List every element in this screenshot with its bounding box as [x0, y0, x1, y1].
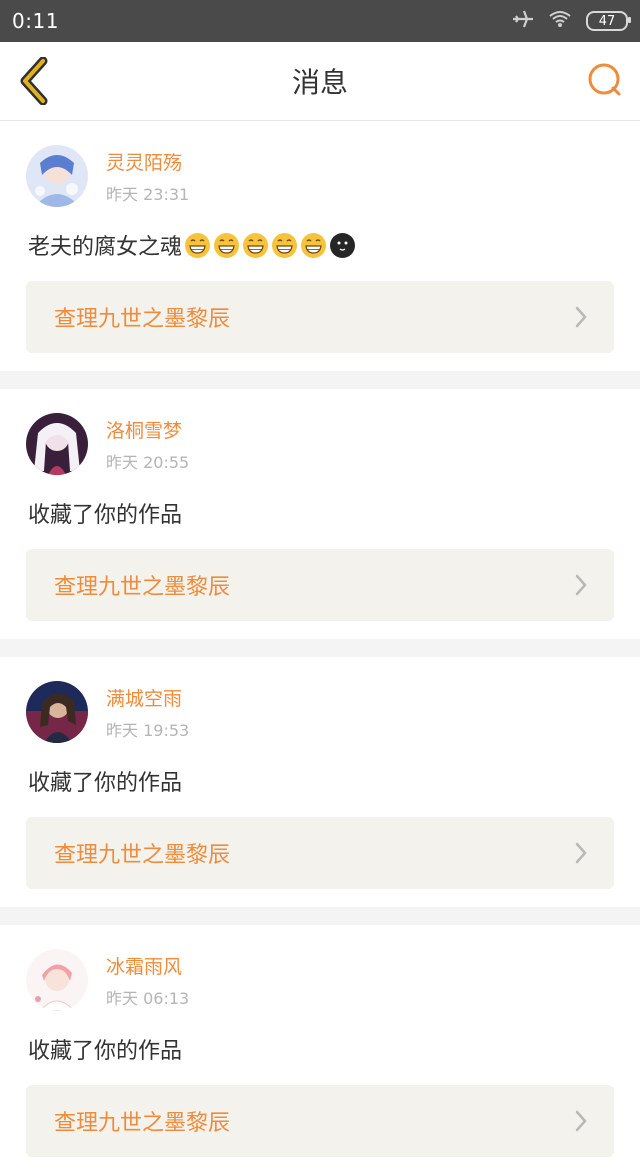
chevron-right-icon	[575, 306, 587, 328]
work-title: 查理九世之墨黎辰	[54, 307, 231, 332]
emoji-row	[184, 232, 356, 259]
battery-icon: 47	[586, 11, 631, 31]
message-text-row: 收藏了你的作品	[28, 1033, 614, 1065]
user-name[interactable]: 满城空雨	[106, 684, 189, 711]
status-bar: 0:11 47	[0, 0, 640, 42]
message-card: 灵灵陌殇 昨天 23:31 老夫的腐女之魂 查理九世之墨黎辰	[0, 121, 640, 371]
user-name[interactable]: 冰霜雨风	[106, 952, 189, 979]
user-name[interactable]: 洛桐雪梦	[106, 416, 189, 443]
message-header: 洛桐雪梦 昨天 20:55	[26, 413, 614, 475]
message-text: 老夫的腐女之魂	[28, 235, 183, 260]
avatar[interactable]	[26, 949, 88, 1011]
work-title: 查理九世之墨黎辰	[54, 843, 231, 868]
avatar[interactable]	[26, 145, 88, 207]
message-text: 收藏了你的作品	[28, 503, 183, 528]
message-time: 昨天 19:53	[106, 720, 190, 740]
chevron-right-icon	[575, 842, 587, 864]
work-link[interactable]: 查理九世之墨黎辰	[26, 549, 614, 621]
message-header: 冰霜雨风 昨天 06:13	[26, 949, 614, 1011]
message-header: 灵灵陌殇 昨天 23:31	[26, 145, 614, 207]
message-text: 收藏了你的作品	[28, 771, 183, 796]
grin-emoji-icon	[242, 232, 269, 259]
message-text-row: 老夫的腐女之魂	[28, 229, 614, 261]
grin-emoji-icon	[300, 232, 327, 259]
chevron-right-icon	[575, 1110, 587, 1132]
work-link[interactable]: 查理九世之墨黎辰	[26, 281, 614, 353]
work-title: 查理九世之墨黎辰	[54, 1111, 231, 1136]
status-icons: 47	[512, 9, 631, 34]
chevron-right-icon	[575, 574, 587, 596]
message-time: 昨天 06:13	[106, 988, 190, 1008]
avatar[interactable]	[26, 413, 88, 475]
grin-emoji-icon	[271, 232, 298, 259]
wifi-icon	[548, 10, 572, 33]
back-button[interactable]	[0, 42, 70, 120]
search-icon	[588, 63, 621, 96]
message-text-row: 收藏了你的作品	[28, 497, 614, 529]
chevron-left-icon	[20, 57, 48, 105]
user-info: 冰霜雨风 昨天 06:13	[106, 952, 189, 1009]
avatar[interactable]	[26, 681, 88, 743]
moon-face-emoji-icon	[329, 232, 356, 259]
nav-bar: 消息	[0, 42, 640, 121]
message-list: 灵灵陌殇 昨天 23:31 老夫的腐女之魂 查理九世之墨黎辰 洛桐雪梦 昨天 2…	[0, 121, 640, 1175]
message-text-row: 收藏了你的作品	[28, 765, 614, 797]
battery-level: 47	[598, 13, 616, 29]
airplane-icon	[512, 9, 534, 34]
message-text: 收藏了你的作品	[28, 1039, 183, 1064]
work-link[interactable]: 查理九世之墨黎辰	[26, 1085, 614, 1157]
message-card: 洛桐雪梦 昨天 20:55 收藏了你的作品 查理九世之墨黎辰	[0, 389, 640, 639]
work-link[interactable]: 查理九世之墨黎辰	[26, 817, 614, 889]
user-info: 满城空雨 昨天 19:53	[106, 684, 189, 741]
grin-emoji-icon	[184, 232, 211, 259]
message-time: 昨天 23:31	[106, 184, 190, 204]
work-title: 查理九世之墨黎辰	[54, 575, 231, 600]
page-title: 消息	[291, 66, 348, 99]
status-time: 0:11	[12, 9, 59, 33]
message-header: 满城空雨 昨天 19:53	[26, 681, 614, 743]
message-time: 昨天 20:55	[106, 452, 190, 472]
user-info: 洛桐雪梦 昨天 20:55	[106, 416, 189, 473]
user-info: 灵灵陌殇 昨天 23:31	[106, 148, 189, 205]
search-button[interactable]	[570, 42, 640, 120]
message-card: 满城空雨 昨天 19:53 收藏了你的作品 查理九世之墨黎辰	[0, 657, 640, 907]
user-name[interactable]: 灵灵陌殇	[106, 148, 189, 175]
grin-emoji-icon	[213, 232, 240, 259]
